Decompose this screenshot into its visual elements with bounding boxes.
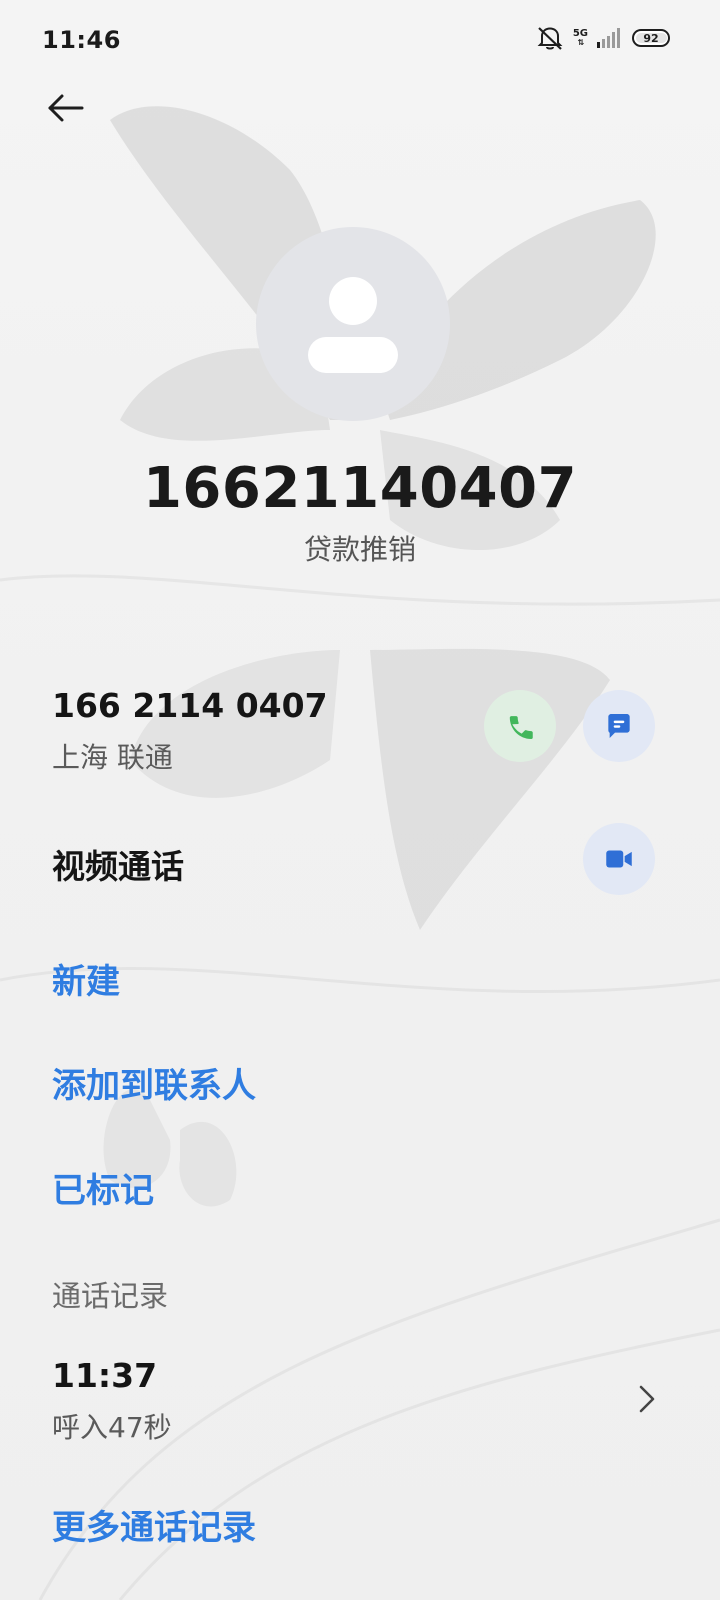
message-button[interactable]: [583, 690, 655, 762]
call-button[interactable]: [484, 690, 556, 762]
add-to-contacts-link[interactable]: 添加到联系人: [52, 1058, 256, 1107]
status-time: 11:46: [42, 26, 121, 54]
signal-bars-icon: [597, 28, 620, 48]
avatar-body: [308, 337, 398, 373]
mute-bell-icon: [537, 27, 563, 50]
arrow-left-icon: [48, 94, 84, 122]
call-log-title: 通话记录: [52, 1279, 169, 1313]
phone-number[interactable]: 166 2114 0407: [52, 686, 328, 725]
video-call-label[interactable]: 视频通话: [52, 840, 184, 888]
call-log-entry[interactable]: 11:37 呼入47秒: [0, 1350, 720, 1460]
message-icon: [608, 714, 630, 738]
video-camera-icon: [606, 850, 632, 868]
network-type: 5G: [572, 28, 588, 39]
contact-name: 16621140407: [142, 456, 578, 521]
network-5g-icon: 5G ⇅: [572, 28, 588, 48]
marked-link[interactable]: 已标记: [52, 1163, 154, 1212]
call-log-time: 11:37: [52, 1356, 158, 1395]
phone-location: 上海 联通: [52, 741, 173, 774]
data-arrows: ⇅: [577, 38, 585, 47]
status-icons: 5G ⇅ 92: [536, 25, 670, 51]
chevron-right-icon: [639, 1385, 655, 1413]
battery-level: 92: [643, 31, 659, 45]
battery-icon: 92: [632, 29, 670, 47]
more-call-logs-link[interactable]: 更多通话记录: [52, 1500, 256, 1549]
avatar-head: [329, 277, 377, 325]
call-log-detail: 呼入47秒: [52, 1411, 172, 1444]
new-contact-link[interactable]: 新建: [52, 954, 120, 1003]
back-button[interactable]: [44, 90, 88, 126]
phone-icon: [509, 716, 533, 740]
contact-avatar: [256, 227, 450, 421]
video-call-button[interactable]: [583, 823, 655, 895]
contact-tag: 贷款推销: [303, 533, 416, 566]
